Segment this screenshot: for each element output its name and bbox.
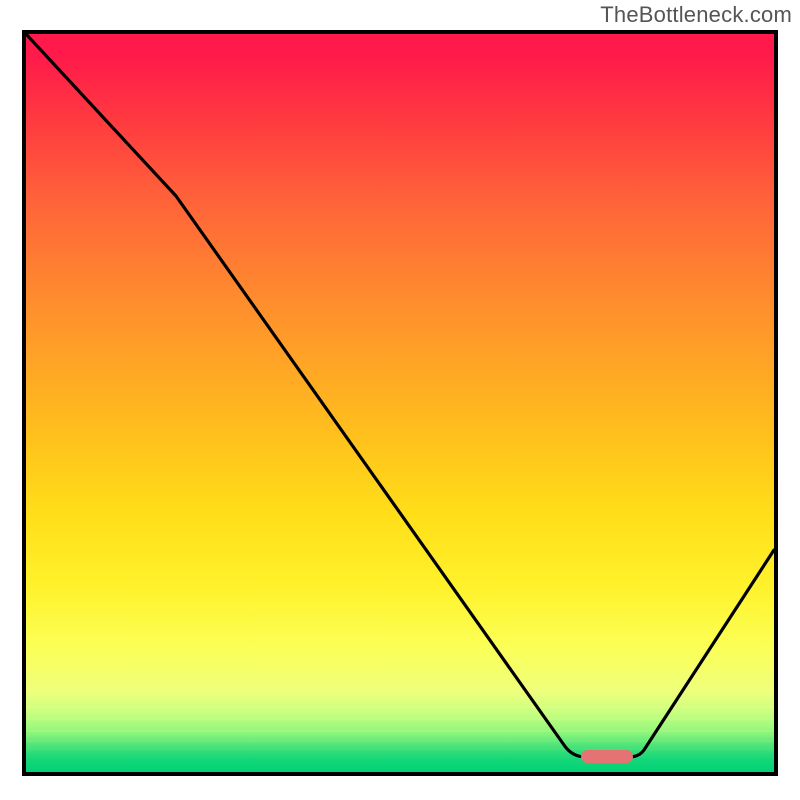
curve-path: [26, 34, 774, 757]
bottleneck-curve: [26, 34, 774, 772]
chart-frame: TheBottleneck.com: [0, 0, 800, 800]
watermark-text: TheBottleneck.com: [600, 2, 792, 28]
plot-area: [22, 30, 778, 776]
optimal-marker: [581, 750, 633, 763]
